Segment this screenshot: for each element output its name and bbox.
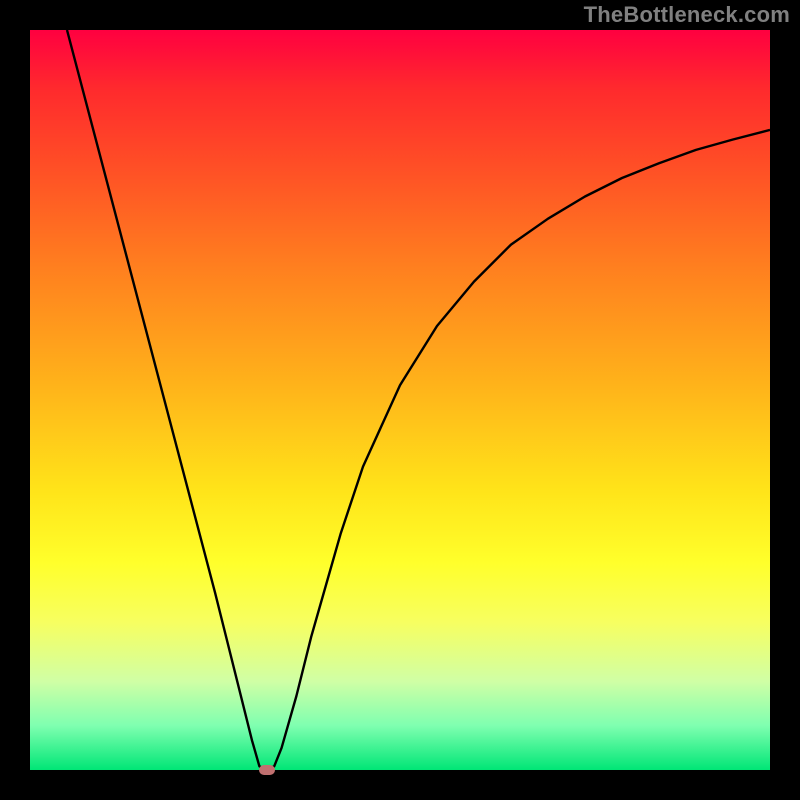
watermark-text: TheBottleneck.com [584,2,790,28]
curve-svg [30,30,770,770]
chart-frame: TheBottleneck.com [0,0,800,800]
bottleneck-curve [67,30,770,770]
optimum-marker [259,765,275,775]
plot-area [30,30,770,770]
